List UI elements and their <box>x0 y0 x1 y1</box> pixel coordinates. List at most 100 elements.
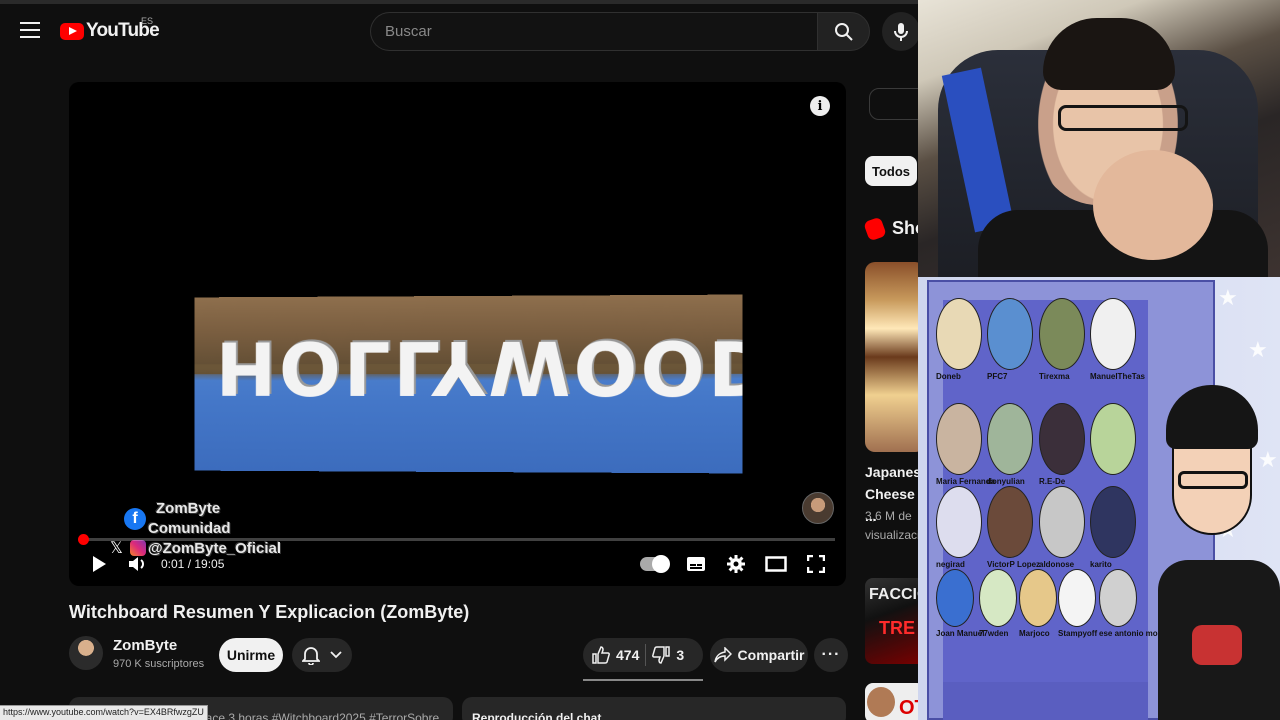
search-input[interactable]: Buscar <box>370 12 817 51</box>
bell-icon <box>302 647 320 665</box>
channel-name[interactable]: ZomByte <box>113 637 177 654</box>
supporter-picture <box>1099 569 1137 627</box>
supporter-name: Doneb <box>936 372 961 381</box>
search-button[interactable] <box>817 12 870 51</box>
thumb-text-top: FACCIO <box>869 586 925 603</box>
supporter-picture <box>1058 569 1096 627</box>
status-url: https://www.youtube.com/watch?v=EX4BRfwz… <box>0 705 208 720</box>
search-icon <box>834 22 853 41</box>
supporter-name: ManuelTheTas <box>1090 372 1145 381</box>
overlay-line-3: @ZomByte_Oficial <box>148 540 281 557</box>
info-icon[interactable]: i <box>810 96 830 116</box>
short-thumbnail[interactable] <box>865 262 925 452</box>
theater-icon <box>765 556 787 572</box>
youtube-play-icon <box>60 22 84 40</box>
volume-icon <box>129 557 144 571</box>
recommended-thumbnail-2[interactable]: OT <box>865 683 925 720</box>
supporter-avatar: ManuelTheTas <box>1090 298 1145 381</box>
dislike-button[interactable]: 3 <box>652 638 684 672</box>
chip-todos[interactable]: Todos <box>865 156 917 186</box>
more-actions-button[interactable]: ··· <box>814 638 848 672</box>
chat-replay-label: Reproducción del chat <box>472 711 602 720</box>
video-player[interactable]: i HOLLYWOOD f 𝕏 ZomByte Comunidad @ZomBy… <box>69 82 846 586</box>
like-dislike-group: 474 3 <box>583 638 703 672</box>
volume-button[interactable] <box>125 552 149 576</box>
supporter-picture <box>936 486 982 558</box>
channel-watermark[interactable] <box>802 492 834 524</box>
supporter-avatar: negirad <box>936 486 986 569</box>
fullscreen-button[interactable] <box>804 552 828 576</box>
progress-scrubber[interactable] <box>78 534 89 545</box>
supporter-picture <box>979 569 1017 627</box>
supporter-picture <box>936 403 982 475</box>
chat-replay-box[interactable]: Reproducción del chat <box>462 697 846 720</box>
supporter-avatar: R.E-De <box>1039 403 1089 486</box>
autoplay-toggle[interactable] <box>640 555 670 573</box>
theater-mode-button[interactable] <box>764 552 788 576</box>
microphone-icon <box>894 22 908 41</box>
play-icon <box>93 556 106 572</box>
supporter-avatar: VictorP Lopez <box>987 486 1041 569</box>
supporter-name: PFC7 <box>987 372 1008 381</box>
notifications-button[interactable] <box>292 638 352 672</box>
supporter-picture <box>936 569 974 627</box>
voice-search-button[interactable] <box>882 12 920 51</box>
overlay-line-1: ZomByte <box>156 500 221 517</box>
supporter-name: karito <box>1090 560 1112 569</box>
country-code: ES <box>141 16 154 26</box>
join-button[interactable]: Unirme <box>219 638 283 672</box>
supporter-picture <box>1019 569 1057 627</box>
supporter-name: aldonose <box>1039 560 1075 569</box>
supporter-name: R.E-De <box>1039 477 1066 486</box>
supporter-name: negirad <box>936 560 965 569</box>
settings-button[interactable] <box>724 552 748 576</box>
supporter-picture <box>1090 403 1136 475</box>
facebook-icon: f <box>124 508 146 530</box>
like-count: 474 <box>616 647 640 663</box>
time-display: 0:01 / 19:05 <box>161 557 225 571</box>
shorts-icon <box>863 216 887 242</box>
subtitles-button[interactable] <box>684 552 708 576</box>
supporter-name: ese antonio morin <box>1099 629 1168 638</box>
video-title: Witchboard Resumen Y Explicacion (ZomByt… <box>69 602 470 622</box>
play-button[interactable] <box>87 552 111 576</box>
chevron-down-icon <box>330 651 342 659</box>
recommended-thumbnail-1[interactable]: FACCIO TRE <box>865 578 925 664</box>
search-placeholder: Buscar <box>385 23 432 40</box>
thumbs-up-icon <box>592 646 610 664</box>
subscriber-count: 970 K suscriptores <box>113 658 205 670</box>
supporter-avatar <box>1090 403 1140 477</box>
like-button[interactable]: 474 <box>583 638 639 672</box>
channel-avatar[interactable] <box>69 636 103 670</box>
subtitles-icon <box>687 557 705 571</box>
thumb-text-bottom: TRE <box>879 618 915 638</box>
progress-bar[interactable] <box>78 534 835 545</box>
supporter-picture <box>987 486 1033 558</box>
share-icon <box>713 647 732 663</box>
supporter-avatar: karito <box>1090 486 1140 569</box>
supporter-picture <box>1039 486 1085 558</box>
gear-icon <box>727 555 745 573</box>
supporter-avatar: Doneb <box>936 298 986 381</box>
supporter-name: VictorP Lopez <box>987 560 1041 569</box>
supporter-avatar: aldonose <box>1039 486 1089 569</box>
fullscreen-icon <box>807 555 825 573</box>
supporter-avatar: PFC7 <box>987 298 1037 381</box>
thumbs-down-icon <box>652 646 671 664</box>
x-icon: 𝕏 <box>110 540 123 557</box>
streamer-webcam <box>918 0 1280 277</box>
supporter-name: Maria Fernanda <box>936 477 996 486</box>
share-button[interactable]: Compartir <box>710 638 808 672</box>
menu-icon[interactable] <box>20 22 40 40</box>
like-underline <box>583 679 703 681</box>
supporter-picture <box>987 298 1033 370</box>
supporter-avatar: donyulian <box>987 403 1037 486</box>
supporter-avatar: ese antonio morin <box>1099 569 1168 638</box>
short-views: 3,6 M de visualizacio <box>865 509 927 542</box>
supporter-picture <box>936 298 982 370</box>
overlay-line-2: Comunidad <box>148 520 231 537</box>
supporter-picture <box>1039 298 1085 370</box>
supporter-avatar: Tirexma <box>1039 298 1089 381</box>
like-divider <box>645 644 647 666</box>
dislike-count: 3 <box>676 647 685 663</box>
